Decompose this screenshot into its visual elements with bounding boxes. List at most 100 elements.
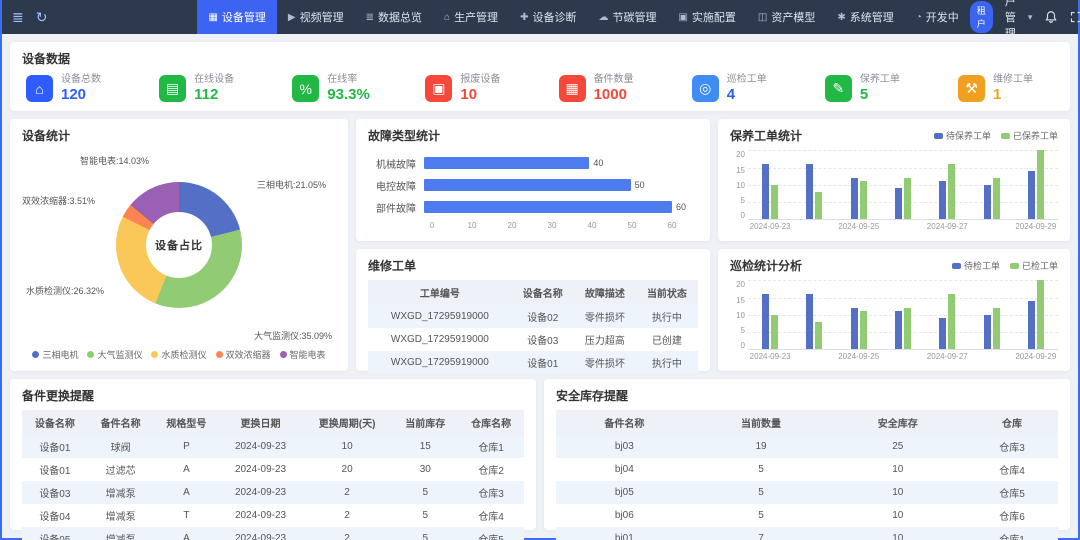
- bar-group: [837, 280, 881, 349]
- table-row: WXGD_17295919000设备02零件损坏执行中: [368, 305, 698, 328]
- legend-item[interactable]: 待检工单: [952, 259, 1000, 272]
- table-cell: P: [154, 435, 220, 458]
- table-row: WXGD_17295919000设备01零件损坏执行中: [368, 351, 698, 374]
- x-axis-label: 2024-09-27: [925, 352, 969, 364]
- production-management-icon: ⌂: [444, 12, 450, 23]
- stat-value: 1000: [594, 86, 634, 103]
- table-cell: T: [154, 504, 220, 527]
- legend-label: 待保养工单: [946, 129, 991, 142]
- middle-row: 设备统计 设备占比 三相电机:21.05%大气监测仪:35.09%水质检测仪:2…: [10, 119, 1070, 371]
- y-axis-labels: 20151050: [730, 280, 748, 350]
- table-row: 设备03增减泵A2024-09-2325仓库3: [22, 481, 524, 504]
- table-cell: 2: [302, 481, 393, 504]
- bar-已检工单: [860, 311, 867, 349]
- bar-group: [748, 280, 792, 349]
- fault-bar-chart: 机械故障40电控故障50部件故障60: [368, 152, 698, 218]
- fault-bar-value: 50: [631, 180, 645, 190]
- stat-card-text: 在线率93.3%: [327, 74, 370, 103]
- y-tick-label: 20: [736, 150, 745, 159]
- y-axis-labels: 20151050: [730, 150, 748, 220]
- bar-已保养工单: [860, 181, 867, 219]
- table-cell: bj03: [556, 435, 693, 458]
- table-cell: 10: [829, 504, 966, 527]
- pie-slice-label: 双效浓缩器:3.51%: [22, 194, 95, 207]
- collapse-menu-icon[interactable]: ≣: [12, 9, 24, 26]
- panel-title-spare-replace: 备件更换提醒: [22, 387, 524, 404]
- table-row: bj04510仓库4: [556, 458, 1058, 481]
- table-cell: 5: [693, 458, 830, 481]
- middle-column: 故障类型统计 机械故障40电控故障50部件故障60 0102030405060 …: [356, 119, 710, 371]
- maintenance-order-icon: ✎: [825, 75, 852, 102]
- right-column: 保养工单统计 待保养工单已保养工单 20151050 2024-09-23202…: [718, 119, 1070, 371]
- panel-title-inspection: 巡检统计分析: [730, 257, 802, 274]
- nav-item-8[interactable]: ✱系统管理: [826, 0, 904, 34]
- stat-card-6: ✎保养工单5: [825, 74, 921, 103]
- main-nav-menu: ▦设备管理▶视频管理≣数据总览⌂生产管理✚设备诊断☁节碳管理▣实施配置◫资产模型…: [197, 0, 969, 34]
- nav-item-9[interactable]: ◔开发中: [905, 0, 970, 34]
- column-header: 设备名称: [22, 410, 88, 435]
- stat-card-text: 备件数量1000: [594, 74, 634, 103]
- x-axis-label: 2024-09-23: [748, 222, 792, 234]
- donut-center-label: 设备占比: [146, 212, 212, 278]
- notification-bell-icon[interactable]: [1044, 10, 1058, 24]
- fault-bar-row: 部件故障60: [368, 196, 698, 218]
- nav-item-6[interactable]: ▣实施配置: [667, 0, 746, 34]
- panel-title-maintenance: 保养工单统计: [730, 127, 802, 144]
- legend-dot: [87, 351, 94, 358]
- bar-已检工单: [815, 322, 822, 350]
- table-cell: WXGD_17295919000: [368, 305, 512, 328]
- column-header: 更换日期: [219, 410, 301, 435]
- safety-stock-table: 备件名称当前数量安全库存仓库 bj031925仓库3bj04510仓库4bj05…: [556, 410, 1058, 540]
- stat-label: 维修工单: [993, 74, 1033, 86]
- bar-待检工单: [984, 315, 991, 350]
- pie-legend-item[interactable]: 水质检测仪: [151, 348, 206, 361]
- column-header: 安全库存: [829, 410, 966, 435]
- nav-item-3[interactable]: ⌂生产管理: [433, 0, 509, 34]
- nav-item-1[interactable]: ▶视频管理: [277, 0, 355, 34]
- table-cell: 过滤芯: [88, 458, 154, 481]
- app-window: ≣ ↻ ▦设备管理▶视频管理≣数据总览⌂生产管理✚设备诊断☁节碳管理▣实施配置◫…: [0, 0, 1080, 540]
- device-total-icon: ⌂: [26, 75, 53, 102]
- implementation-config-icon: ▣: [678, 12, 687, 23]
- stat-card-text: 维修工单1: [993, 74, 1033, 103]
- device-management-icon: ▦: [208, 12, 217, 23]
- fault-axis-tick: 30: [548, 221, 557, 230]
- legend-item[interactable]: 待保养工单: [934, 129, 991, 142]
- nav-item-4[interactable]: ✚设备诊断: [509, 0, 587, 34]
- fullscreen-icon[interactable]: [1070, 11, 1080, 23]
- bar-group: [881, 280, 925, 349]
- stat-card-text: 报废设备10: [460, 74, 500, 103]
- legend-dot: [151, 351, 158, 358]
- x-axis-label: 2024-09-25: [837, 352, 881, 364]
- y-tick-label: 15: [736, 166, 745, 175]
- table-cell: 仓库1: [458, 435, 524, 458]
- bar-group: [792, 150, 836, 219]
- table-cell: 仓库2: [458, 458, 524, 481]
- column-header: 备件名称: [556, 410, 693, 435]
- legend-item[interactable]: 已保养工单: [1001, 129, 1058, 142]
- chevron-down-icon[interactable]: ▾: [1028, 12, 1033, 23]
- bar-group: [1014, 280, 1058, 349]
- table-cell: 仓库3: [966, 435, 1058, 458]
- nav-item-7[interactable]: ◫资产模型: [747, 0, 826, 34]
- pie-legend-item[interactable]: 三相电机: [32, 348, 78, 361]
- pie-legend-item[interactable]: 智能电表: [280, 348, 326, 361]
- stat-card-3: ▣报废设备10: [425, 74, 521, 103]
- legend-item[interactable]: 已检工单: [1010, 259, 1058, 272]
- table-cell: 仓库4: [458, 504, 524, 527]
- nav-item-5[interactable]: ☁节碳管理: [587, 0, 667, 34]
- pie-legend-item[interactable]: 双效浓缩器: [216, 348, 271, 361]
- table-cell: 设备02: [512, 305, 574, 328]
- x-axis-label: [969, 352, 1013, 364]
- asset-model-icon: ◫: [758, 12, 767, 23]
- stat-value: 4: [727, 86, 767, 103]
- refresh-icon[interactable]: ↻: [36, 9, 48, 26]
- legend-label: 大气监测仪: [97, 348, 142, 361]
- table-cell: 2: [302, 527, 393, 540]
- panel-inspection-stats: 巡检统计分析 待检工单已检工单 20151050 2024-09-232024-…: [718, 249, 1070, 371]
- table-cell: 设备01: [22, 435, 88, 458]
- nav-item-0[interactable]: ▦设备管理: [197, 0, 276, 34]
- nav-item-2[interactable]: ≣数据总览: [355, 0, 433, 34]
- bar-待保养工单: [762, 164, 769, 219]
- pie-legend-item[interactable]: 大气监测仪: [87, 348, 142, 361]
